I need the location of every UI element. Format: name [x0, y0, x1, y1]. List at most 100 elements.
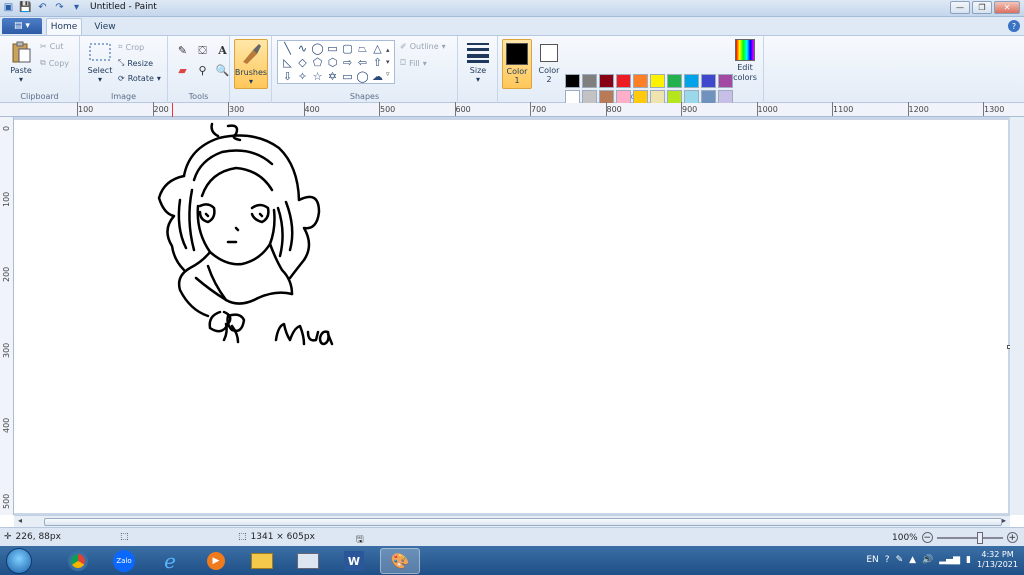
palette-color-9[interactable] — [701, 74, 716, 88]
scroll-left-icon[interactable]: ◂ — [18, 516, 22, 525]
tab-view[interactable]: View — [88, 18, 122, 35]
taskbar-zalo-icon[interactable]: Zalo — [104, 548, 144, 574]
palette-color-19[interactable] — [701, 90, 716, 104]
palette-color-12[interactable] — [582, 90, 597, 104]
zoom-slider[interactable] — [936, 531, 1003, 544]
palette-color-10[interactable] — [718, 74, 733, 88]
redo-icon[interactable]: ↷ — [53, 1, 66, 14]
palette-color-13[interactable] — [599, 90, 614, 104]
palette-color-11[interactable] — [565, 90, 580, 104]
palette-color-1[interactable] — [565, 74, 580, 88]
right-arrow-shape-icon[interactable]: ⇨ — [340, 56, 355, 70]
signal-icon[interactable]: ▂▄▆ — [939, 555, 960, 565]
paste-button[interactable]: Paste ▾ — [6, 40, 36, 84]
zoom-out-icon[interactable]: − — [921, 532, 933, 543]
magnifier-icon[interactable]: 🔍 — [214, 62, 231, 79]
palette-color-4[interactable] — [616, 74, 631, 88]
palette-color-6[interactable] — [650, 74, 665, 88]
palette-color-5[interactable] — [633, 74, 648, 88]
horizontal-scrollbar[interactable]: ◂ ▸ — [14, 515, 1010, 527]
polygon-shape-icon[interactable]: ⏢ — [355, 42, 370, 56]
palette-color-16[interactable] — [650, 90, 665, 104]
palette-color-14[interactable] — [616, 90, 631, 104]
select-button[interactable]: Select ▾ — [85, 40, 115, 84]
save-icon[interactable]: 💾 — [19, 1, 32, 14]
file-menu-button[interactable]: ▤ ▾ — [2, 18, 42, 34]
shapes-scroll-icon[interactable]: ▴ ▾ ▿ — [386, 44, 390, 80]
four-point-star-shape-icon[interactable]: ✧ — [295, 70, 310, 84]
oval-callout-shape-icon[interactable]: ◯ — [355, 70, 370, 84]
start-button[interactable] — [6, 548, 32, 574]
palette-color-8[interactable] — [684, 74, 699, 88]
line-shape-icon[interactable]: ╲ — [280, 42, 295, 56]
taskbar-explorer-icon[interactable] — [242, 548, 282, 574]
taskbar-network-icon[interactable] — [288, 548, 328, 574]
volume-icon[interactable]: 🔊 — [922, 555, 933, 565]
five-point-star-shape-icon[interactable]: ☆ — [310, 70, 325, 84]
undo-icon[interactable]: ↶ — [36, 1, 49, 14]
help-icon[interactable]: ? — [1008, 20, 1020, 32]
drawing-canvas[interactable]: Mua — [14, 120, 1008, 513]
brushes-button[interactable]: Brushes ▾ — [234, 39, 268, 89]
down-arrow-shape-icon[interactable]: ⇩ — [280, 70, 295, 84]
taskbar-paint-icon[interactable]: 🎨 — [380, 548, 420, 574]
customize-qat-icon[interactable]: ▾ — [70, 1, 83, 14]
paint-app-icon[interactable]: ▣ — [2, 1, 15, 14]
palette-color-3[interactable] — [599, 74, 614, 88]
show-hidden-icon[interactable]: ▲ — [909, 555, 916, 565]
clock[interactable]: 4:32 PM 1/13/2021 — [977, 550, 1018, 570]
taskbar-word-icon[interactable]: W — [334, 548, 374, 574]
palette-color-2[interactable] — [582, 74, 597, 88]
tab-home[interactable]: Home — [46, 18, 82, 35]
zoom-slider-thumb[interactable] — [976, 531, 983, 544]
crop-button[interactable]: ⌗ Crop — [118, 42, 144, 52]
size-button[interactable]: Size ▾ — [464, 40, 492, 84]
taskbar-chrome-icon[interactable] — [58, 548, 98, 574]
fill-bucket-icon[interactable]: ⛋ — [194, 42, 211, 59]
palette-color-20[interactable] — [718, 90, 733, 104]
taskbar-media-icon[interactable]: ▶ — [196, 548, 236, 574]
minimize-button[interactable]: — — [950, 1, 970, 14]
palette-color-18[interactable] — [684, 90, 699, 104]
zoom-in-icon[interactable]: + — [1006, 532, 1018, 543]
language-indicator[interactable]: EN — [866, 555, 878, 565]
resize-button[interactable]: ⤡ Resize — [118, 58, 153, 68]
diamond-shape-icon[interactable]: ◇ — [295, 56, 310, 70]
color2-button[interactable]: Color 2 — [534, 39, 564, 84]
close-button[interactable]: ✕ — [994, 1, 1020, 14]
triangle-shape-icon[interactable]: △ — [370, 42, 385, 56]
color1-button[interactable]: Color 1 — [502, 39, 532, 89]
rotate-button[interactable]: ⟳ Rotate ▾ — [118, 74, 161, 83]
eraser-icon[interactable]: ▰ — [174, 62, 191, 79]
scroll-right-icon[interactable]: ▸ — [1002, 516, 1006, 525]
pentagon-shape-icon[interactable]: ⬠ — [310, 56, 325, 70]
horizontal-scroll-thumb[interactable] — [44, 518, 1002, 526]
restore-button[interactable]: ❐ — [972, 1, 992, 14]
taskbar-ie-icon[interactable]: e — [150, 548, 190, 574]
fill-button[interactable]: ⛋ Fill ▾ — [400, 58, 427, 68]
hexagon-shape-icon[interactable]: ⬡ — [325, 56, 340, 70]
cloud-callout-shape-icon[interactable]: ☁ — [370, 70, 385, 84]
palette-color-7[interactable] — [667, 74, 682, 88]
rounded-rectangle-shape-icon[interactable]: ▢ — [340, 42, 355, 56]
oval-shape-icon[interactable]: ◯ — [310, 42, 325, 56]
up-arrow-shape-icon[interactable]: ⇧ — [370, 56, 385, 70]
color-picker-icon[interactable]: ⚲ — [194, 62, 211, 79]
vertical-scrollbar[interactable] — [1010, 117, 1024, 515]
six-point-star-shape-icon[interactable]: ✡ — [325, 70, 340, 84]
palette-color-15[interactable] — [633, 90, 648, 104]
cut-button[interactable]: ✂ Cut — [40, 42, 64, 51]
right-triangle-shape-icon[interactable]: ◺ — [280, 56, 295, 70]
shapes-gallery[interactable]: ╲ ∿ ◯ ▭ ▢ ⏢ △ ◺ ◇ ⬠ ⬡ ⇨ ⇦ ⇧ ⇩ ✧ ☆ ✡ ▭ ◯ — [277, 40, 395, 84]
left-arrow-shape-icon[interactable]: ⇦ — [355, 56, 370, 70]
callout-shape-icon[interactable]: ▭ — [340, 70, 355, 84]
help-tray-icon[interactable]: ? — [885, 555, 890, 565]
palette-color-17[interactable] — [667, 90, 682, 104]
copy-button[interactable]: ⧉ Copy — [40, 58, 69, 68]
pen-tray-icon[interactable]: ✎ — [896, 555, 904, 565]
rectangle-shape-icon[interactable]: ▭ — [325, 42, 340, 56]
curve-shape-icon[interactable]: ∿ — [295, 42, 310, 56]
outline-button[interactable]: ✐ Outline ▾ — [400, 42, 446, 51]
pencil-icon[interactable]: ✎ — [174, 42, 191, 59]
battery-icon[interactable]: ▮ — [966, 555, 971, 565]
